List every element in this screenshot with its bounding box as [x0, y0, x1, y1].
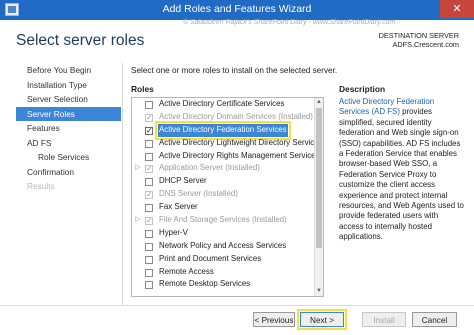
nav-item-server-roles[interactable]: Server Roles [16, 106, 121, 121]
cancel-button[interactable]: Cancel [412, 312, 457, 327]
role-label: DNS Server (Installed) [159, 189, 238, 199]
role-label: Network Policy and Access Services [159, 240, 287, 250]
role-label: Remote Access [159, 266, 214, 276]
role-row[interactable]: Fax Server [132, 201, 323, 214]
nav-item-features[interactable]: Features [16, 121, 121, 136]
role-checkbox[interactable]: ✓ [145, 113, 153, 122]
description-header: Description [339, 84, 386, 94]
watermark: © Salaudeen Rajack's SharePoint Diary - … [183, 19, 396, 26]
role-row[interactable]: Active Directory Certificate Services [132, 98, 323, 111]
role-checkbox[interactable] [145, 178, 153, 187]
expand-arrow-icon[interactable]: ▷ [134, 214, 142, 227]
role-checkbox[interactable] [145, 268, 153, 277]
role-checkbox[interactable]: ✓ [145, 126, 153, 135]
nav-item-ad-fs[interactable]: AD FS [16, 136, 121, 151]
role-label: Active Directory Lightweight Directory S… [159, 137, 323, 147]
description-text: provides simplified, secured identity fe… [339, 107, 464, 242]
role-checkbox[interactable]: ✓ [145, 191, 153, 200]
destination-server-label: DESTINATION SERVER [378, 31, 459, 40]
page-title: Select server roles [16, 32, 145, 49]
previous-button[interactable]: < Previous [253, 312, 295, 327]
role-row[interactable]: Remote Access [132, 266, 323, 279]
role-row[interactable]: Print and Document Services [132, 253, 323, 266]
role-row[interactable]: ✓ Active Directory Federation Services [132, 120, 323, 140]
role-checkbox[interactable] [145, 139, 153, 148]
role-checkbox[interactable] [145, 229, 153, 238]
role-row[interactable]: Active Directory Lightweight Directory S… [132, 137, 323, 150]
wizard-steps-nav: Before You Begin Installation Type Serve… [16, 63, 121, 194]
role-label: Active Directory Certificate Services [159, 99, 285, 108]
role-row[interactable]: Remote Desktop Services [132, 278, 323, 291]
role-label: Fax Server [159, 202, 198, 212]
role-label: DHCP Server [159, 176, 207, 186]
roles-list[interactable]: Active Directory Certificate Services ✓ Ac… [131, 97, 324, 297]
role-row[interactable]: Network Policy and Access Services [132, 240, 323, 253]
window-title: Add Roles and Features Wizard [162, 3, 312, 15]
footer-divider [0, 305, 474, 306]
scroll-up-arrow-icon[interactable]: ▲ [315, 98, 323, 107]
role-checkbox[interactable] [145, 152, 153, 161]
scroll-thumb[interactable] [316, 108, 322, 248]
nav-item-confirmation[interactable]: Confirmation [16, 165, 121, 180]
role-row[interactable]: ✓ DNS Server (Installed) [132, 188, 323, 201]
roles-scrollbar[interactable]: ▲ ▼ [314, 98, 323, 296]
role-label: Remote Desktop Services [159, 279, 251, 289]
role-row[interactable]: Hyper-V [132, 227, 323, 240]
destination-server-value: ADFS.Crescent.com [392, 40, 460, 49]
nav-item-before-you-begin[interactable]: Before You Begin [16, 63, 121, 78]
scroll-down-arrow-icon[interactable]: ▼ [315, 287, 323, 296]
role-checkbox[interactable] [145, 101, 153, 109]
role-checkbox[interactable]: ✓ [145, 165, 153, 174]
role-label: Print and Document Services [159, 253, 262, 263]
role-row[interactable]: ▷ ✓ Application Server (Installed) [132, 162, 323, 175]
role-checkbox[interactable] [145, 204, 153, 213]
role-row[interactable]: DHCP Server [132, 175, 323, 188]
role-label: Hyper-V [159, 227, 188, 237]
nav-item-results: Results [27, 181, 55, 191]
nav-item-installation-type[interactable]: Installation Type [16, 78, 121, 93]
role-label: Active Directory Rights Management Servi… [159, 150, 320, 160]
instructions-text: Select one or more roles to install on t… [131, 66, 338, 75]
nav-divider [122, 63, 123, 305]
title-bar: Add Roles and Features Wizard ✕ [0, 0, 474, 20]
install-button: Install [362, 312, 406, 327]
role-label: Active Directory Domain Services (Instal… [159, 111, 313, 121]
role-label: Application Server (Installed) [159, 163, 260, 173]
nav-item-role-services[interactable]: Role Services [16, 150, 121, 165]
roles-header: Roles [131, 84, 154, 94]
role-row[interactable]: ✓ Active Directory Domain Services (Insta… [132, 111, 323, 124]
role-label: Active Directory Federation Services [155, 120, 291, 140]
role-description: Active Directory Federation Services (AD… [339, 97, 464, 243]
close-button[interactable]: ✕ [440, 0, 474, 18]
role-row[interactable]: ▷ ✓ File And Storage Services (Installed) [132, 214, 323, 227]
nav-item-server-selection[interactable]: Server Selection [16, 92, 121, 107]
role-checkbox[interactable] [145, 242, 153, 251]
role-row[interactable]: Active Directory Rights Management Servi… [132, 150, 323, 163]
role-label: File And Storage Services (Installed) [159, 215, 287, 225]
role-checkbox[interactable] [145, 281, 153, 290]
expand-arrow-icon[interactable]: ▷ [134, 162, 142, 175]
role-checkbox[interactable]: ✓ [145, 217, 153, 226]
next-button[interactable]: Next > [297, 309, 347, 330]
role-checkbox[interactable] [145, 255, 153, 264]
